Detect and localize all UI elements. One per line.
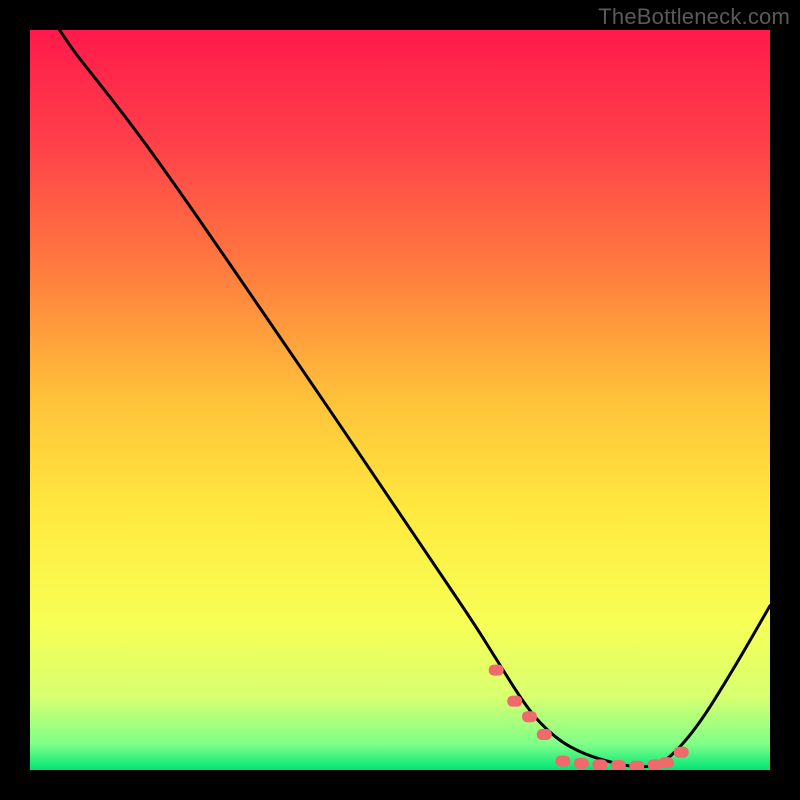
highlight-marker bbox=[629, 761, 644, 770]
highlight-marker bbox=[574, 758, 589, 769]
highlight-marker bbox=[555, 756, 570, 767]
watermark-text: TheBottleneck.com bbox=[598, 4, 790, 30]
highlight-marker bbox=[489, 665, 504, 676]
highlight-marker bbox=[592, 759, 607, 770]
highlight-marker bbox=[522, 711, 537, 722]
bottleneck-chart bbox=[30, 30, 770, 770]
highlight-marker bbox=[611, 760, 626, 770]
highlight-marker bbox=[674, 747, 689, 758]
chart-frame: TheBottleneck.com bbox=[0, 0, 800, 800]
highlight-marker bbox=[659, 757, 674, 768]
highlight-marker bbox=[537, 729, 552, 740]
highlight-marker bbox=[507, 696, 522, 707]
plot-area bbox=[30, 30, 770, 770]
gradient-background bbox=[30, 30, 770, 770]
